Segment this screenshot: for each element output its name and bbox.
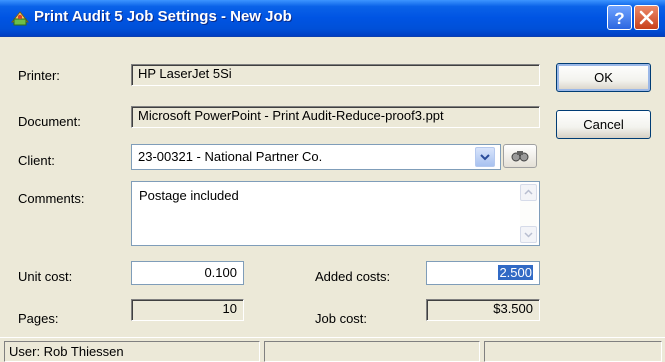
added-costs-input[interactable]: 2.500	[426, 261, 540, 285]
scroll-up-button[interactable]	[520, 184, 537, 201]
arrow-up-icon	[524, 189, 533, 195]
ok-button[interactable]: OK	[556, 63, 651, 92]
client-label: Client:	[18, 153, 55, 168]
unit-cost-label: Unit cost:	[18, 269, 73, 284]
chevron-down-icon	[480, 154, 490, 161]
arrow-down-icon	[524, 232, 533, 238]
client-value: 23-00321 - National Partner Co.	[138, 149, 323, 164]
added-costs-label: Added costs:	[315, 269, 391, 284]
binoculars-icon	[511, 151, 529, 162]
document-field: Microsoft PowerPoint - Print Audit-Reduc…	[131, 106, 540, 128]
job-cost-label: Job cost:	[315, 311, 368, 326]
client-select[interactable]: 23-00321 - National Partner Co.	[131, 144, 501, 170]
document-label: Document:	[18, 114, 81, 129]
status-bar: User: Rob Thiessen	[0, 337, 665, 362]
added-costs-value: 2.500	[498, 265, 533, 280]
svg-text:?: ?	[614, 9, 624, 28]
pages-field: 10	[131, 299, 244, 321]
close-icon	[639, 10, 654, 25]
printer-field: HP LaserJet 5Si	[131, 64, 540, 86]
help-icon: ?	[614, 9, 624, 28]
job-cost-field: $3.500	[426, 299, 540, 321]
comments-label: Comments:	[18, 191, 85, 206]
pages-label: Pages:	[18, 311, 59, 326]
printer-label: Printer:	[18, 68, 60, 83]
client-dropdown-button[interactable]	[475, 147, 495, 167]
scroll-down-button[interactable]	[520, 226, 537, 243]
window-title: Print Audit 5 Job Settings - New Job	[34, 8, 292, 25]
comments-text: Postage included	[139, 188, 239, 203]
print-audit-icon	[10, 11, 30, 26]
cancel-button[interactable]: Cancel	[556, 110, 651, 139]
status-panel-2	[264, 341, 480, 362]
title-bar[interactable]: Print Audit 5 Job Settings - New Job ?	[0, 0, 665, 37]
find-client-button[interactable]	[503, 144, 537, 168]
help-button[interactable]: ?	[607, 5, 632, 30]
unit-cost-input[interactable]: 0.100	[131, 261, 244, 285]
status-user: User: Rob Thiessen	[4, 341, 260, 362]
job-settings-window: Print Audit 5 Job Settings - New Job ? P…	[0, 0, 665, 362]
comments-textarea[interactable]: Postage included	[131, 181, 540, 246]
close-button[interactable]	[634, 5, 659, 30]
status-panel-3	[484, 341, 662, 362]
comments-scrollbar[interactable]	[520, 184, 537, 243]
